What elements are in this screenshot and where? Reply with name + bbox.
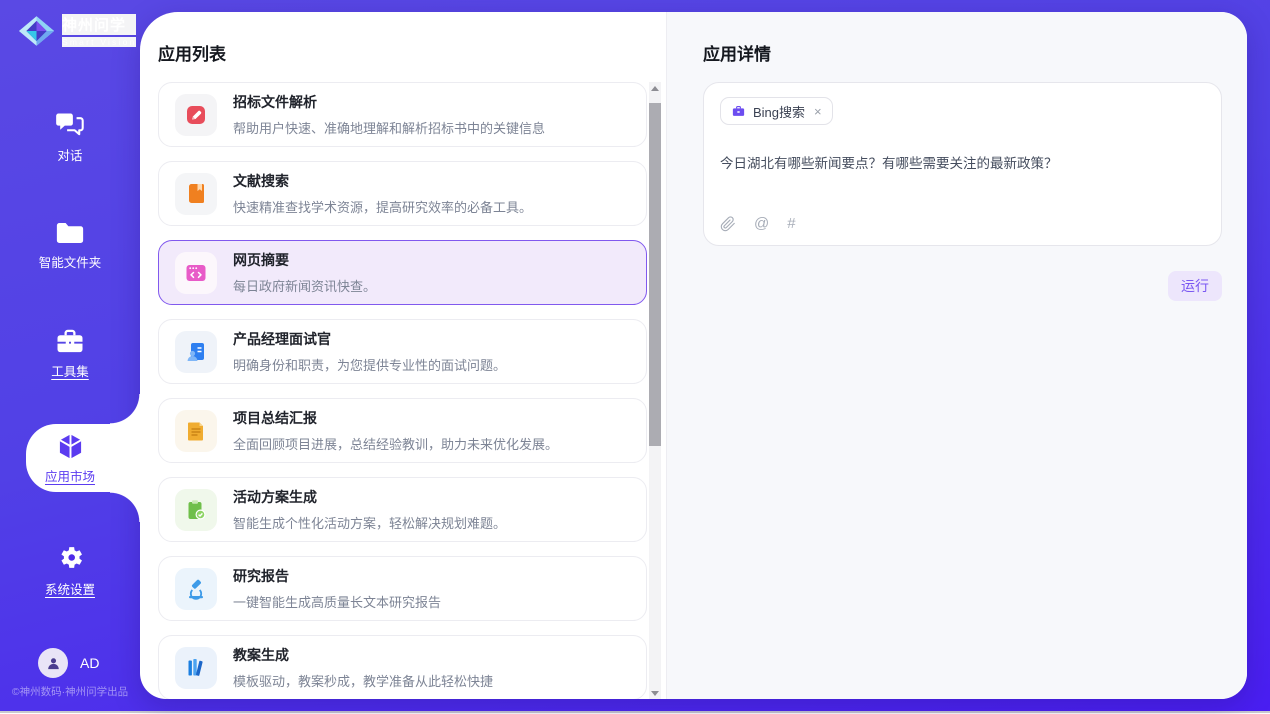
- app-desc: 帮助用户快速、准确地理解和解析招标书中的关键信息: [233, 118, 545, 137]
- chat-icon: [0, 111, 140, 138]
- close-icon[interactable]: ×: [814, 104, 822, 119]
- app-card-project-summary[interactable]: 项目总结汇报 全面回顾项目进展，总结经验教训，助力未来优化发展。: [158, 398, 647, 463]
- at-mention-icon[interactable]: @: [754, 215, 769, 232]
- app-list-title: 应用列表: [158, 40, 226, 65]
- app-name: 活动方案生成: [233, 487, 506, 507]
- sidebar-item-label: 对话: [0, 145, 140, 164]
- cube-icon: [0, 431, 140, 462]
- app-desc: 每日政府新闻资讯快查。: [233, 276, 376, 295]
- app-detail-panel: 应用详情 Bing搜索 × 今日湖北有哪些新闻要点？有哪些需要关注的最新政策？: [666, 12, 1247, 699]
- app-list: 招标文件解析 帮助用户快速、准确地理解和解析招标书中的关键信息 文献搜索 快速精…: [158, 82, 647, 699]
- app-desc: 明确身份和职责，为您提供专业性的面试问题。: [233, 355, 506, 374]
- folder-icon: [0, 221, 140, 245]
- app-desc: 全面回顾项目进展，总结经验教训，助力未来优化发展。: [233, 434, 558, 453]
- composer-toolbar: @ #: [720, 215, 796, 232]
- app-list-panel: 应用列表 招标文件解析 帮助用户快速、准确地理解和解析招标书中的关键信息: [140, 12, 666, 699]
- app-desc: 模板驱动，教案秒成，教学准备从此轻松快捷: [233, 671, 493, 690]
- person-icon: [45, 655, 62, 672]
- app-desc: 快速精准查找学术资源，提高研究效率的必备工具。: [233, 197, 532, 216]
- user-account[interactable]: AD: [38, 648, 99, 678]
- app-card-research-report[interactable]: 研究报告 一键智能生成高质量长文本研究报告: [158, 556, 647, 621]
- sidebar-item-label: 系统设置: [0, 579, 140, 598]
- query-text[interactable]: 今日湖北有哪些新闻要点？有哪些需要关注的最新政策？: [720, 152, 1205, 172]
- app-card-web-summary[interactable]: 网页摘要 每日政府新闻资讯快查。: [158, 240, 647, 305]
- app-name: 网页摘要: [233, 250, 376, 270]
- main-container: 应用列表 招标文件解析 帮助用户快速、准确地理解和解析招标书中的关键信息: [140, 12, 1247, 699]
- sidebar-item-chat[interactable]: 对话: [0, 111, 140, 164]
- prompt-card: Bing搜索 × 今日湖北有哪些新闻要点？有哪些需要关注的最新政策？ @ #: [703, 82, 1222, 246]
- brand-logo: 神州问学 Smart Vision: [18, 14, 136, 47]
- user-label: AD: [80, 655, 99, 671]
- brand-title: 神州问学: [62, 14, 136, 35]
- doc-edit-icon: [175, 94, 217, 136]
- app-desc: 一键智能生成高质量长文本研究报告: [233, 592, 441, 611]
- run-button[interactable]: 运行: [1168, 271, 1222, 301]
- diamond-logo-icon: [18, 15, 55, 47]
- app-name: 项目总结汇报: [233, 408, 558, 428]
- sidebar-item-label: 智能文件夹: [0, 252, 140, 271]
- clipboard-check-icon: [175, 489, 217, 531]
- sidebar-item-label: 工具集: [0, 361, 140, 380]
- book-icon: [175, 173, 217, 215]
- app-name: 文献搜索: [233, 171, 532, 191]
- sidebar: 神州问学 Smart Vision 对话 智能文件夹: [0, 0, 140, 711]
- app-card-event-plan[interactable]: 活动方案生成 智能生成个性化活动方案，轻松解决规划难题。: [158, 477, 647, 542]
- app-name: 教案生成: [233, 645, 493, 665]
- browser-code-icon: [175, 252, 217, 294]
- sidebar-item-settings[interactable]: 系统设置: [0, 543, 140, 598]
- sidebar-item-app-market[interactable]: 应用市场: [0, 431, 140, 485]
- list-scrollbar[interactable]: [649, 82, 661, 699]
- app-detail-title: 应用详情: [703, 40, 771, 65]
- copyright-footer: ©神州数码·神州问学出品: [0, 684, 140, 699]
- tool-tag-label: Bing搜索: [753, 102, 805, 121]
- app-card-pm-interviewer[interactable]: 产品经理面试官 明确身份和职责，为您提供专业性的面试问题。: [158, 319, 647, 384]
- scroll-up-arrow[interactable]: [649, 82, 661, 94]
- bottom-hairline: [0, 711, 1270, 713]
- microscope-icon: [175, 568, 217, 610]
- paperclip-icon[interactable]: [720, 216, 736, 232]
- person-doc-icon: [175, 331, 217, 373]
- hash-tag-icon[interactable]: #: [787, 215, 795, 232]
- app-name: 招标文件解析: [233, 92, 545, 112]
- books-icon: [175, 647, 217, 689]
- sidebar-item-smart-folder[interactable]: 智能文件夹: [0, 221, 140, 271]
- gear-icon: [0, 543, 140, 572]
- sidebar-item-label: 应用市场: [0, 466, 140, 485]
- scrollbar-thumb[interactable]: [649, 103, 661, 446]
- briefcase-icon: [731, 104, 746, 119]
- toolbox-icon: [0, 329, 140, 354]
- sidebar-item-toolkit[interactable]: 工具集: [0, 329, 140, 380]
- scroll-down-arrow[interactable]: [649, 687, 661, 699]
- app-name: 产品经理面试官: [233, 329, 506, 349]
- avatar: [38, 648, 68, 678]
- tool-tag-bing-search[interactable]: Bing搜索 ×: [720, 97, 833, 125]
- app-name: 研究报告: [233, 566, 441, 586]
- app-card-bid-parse[interactable]: 招标文件解析 帮助用户快速、准确地理解和解析招标书中的关键信息: [158, 82, 647, 147]
- app-card-literature-search[interactable]: 文献搜索 快速精准查找学术资源，提高研究效率的必备工具。: [158, 161, 647, 226]
- app-desc: 智能生成个性化活动方案，轻松解决规划难题。: [233, 513, 506, 532]
- app-card-lesson-plan[interactable]: 教案生成 模板驱动，教案秒成，教学准备从此轻松快捷: [158, 635, 647, 699]
- brand-subtitle: Smart Vision: [62, 37, 136, 47]
- document-icon: [175, 410, 217, 452]
